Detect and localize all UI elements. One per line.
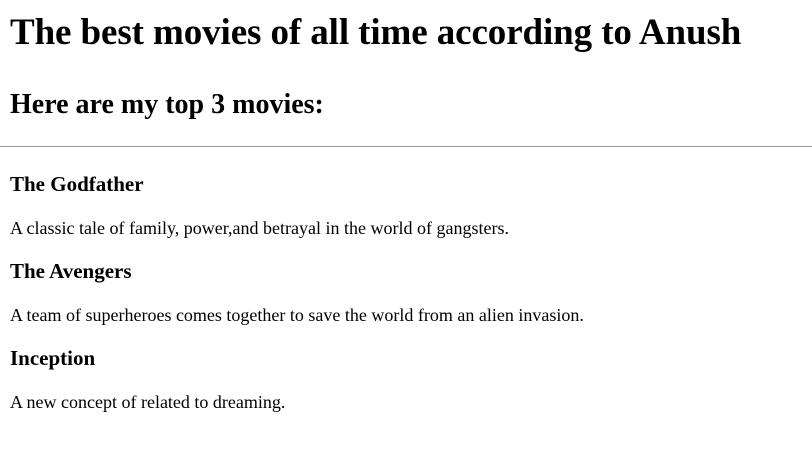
page-title: The best movies of all time according to… — [10, 12, 742, 53]
movie-title: Inception — [10, 346, 96, 370]
movie-description: A team of superheroes comes together to … — [10, 305, 584, 325]
page-subtitle: Here are my top 3 movies: — [10, 89, 324, 120]
movie-title: The Godfather — [10, 172, 144, 196]
movie-title: The Avengers — [10, 259, 132, 283]
movie-item-godfather: The Godfather A classic tale of family, … — [10, 147, 812, 239]
page: The best movies of all time according to… — [0, 0, 812, 458]
movie-item-avengers: The Avengers A team of superheroes comes… — [10, 239, 812, 326]
page-content: The best movies of all time according to… — [0, 0, 812, 413]
movie-item-inception: Inception A new concept of related to dr… — [10, 326, 812, 413]
movie-description: A classic tale of family, power,and betr… — [10, 218, 509, 238]
movie-description: A new concept of related to dreaming. — [10, 392, 286, 412]
